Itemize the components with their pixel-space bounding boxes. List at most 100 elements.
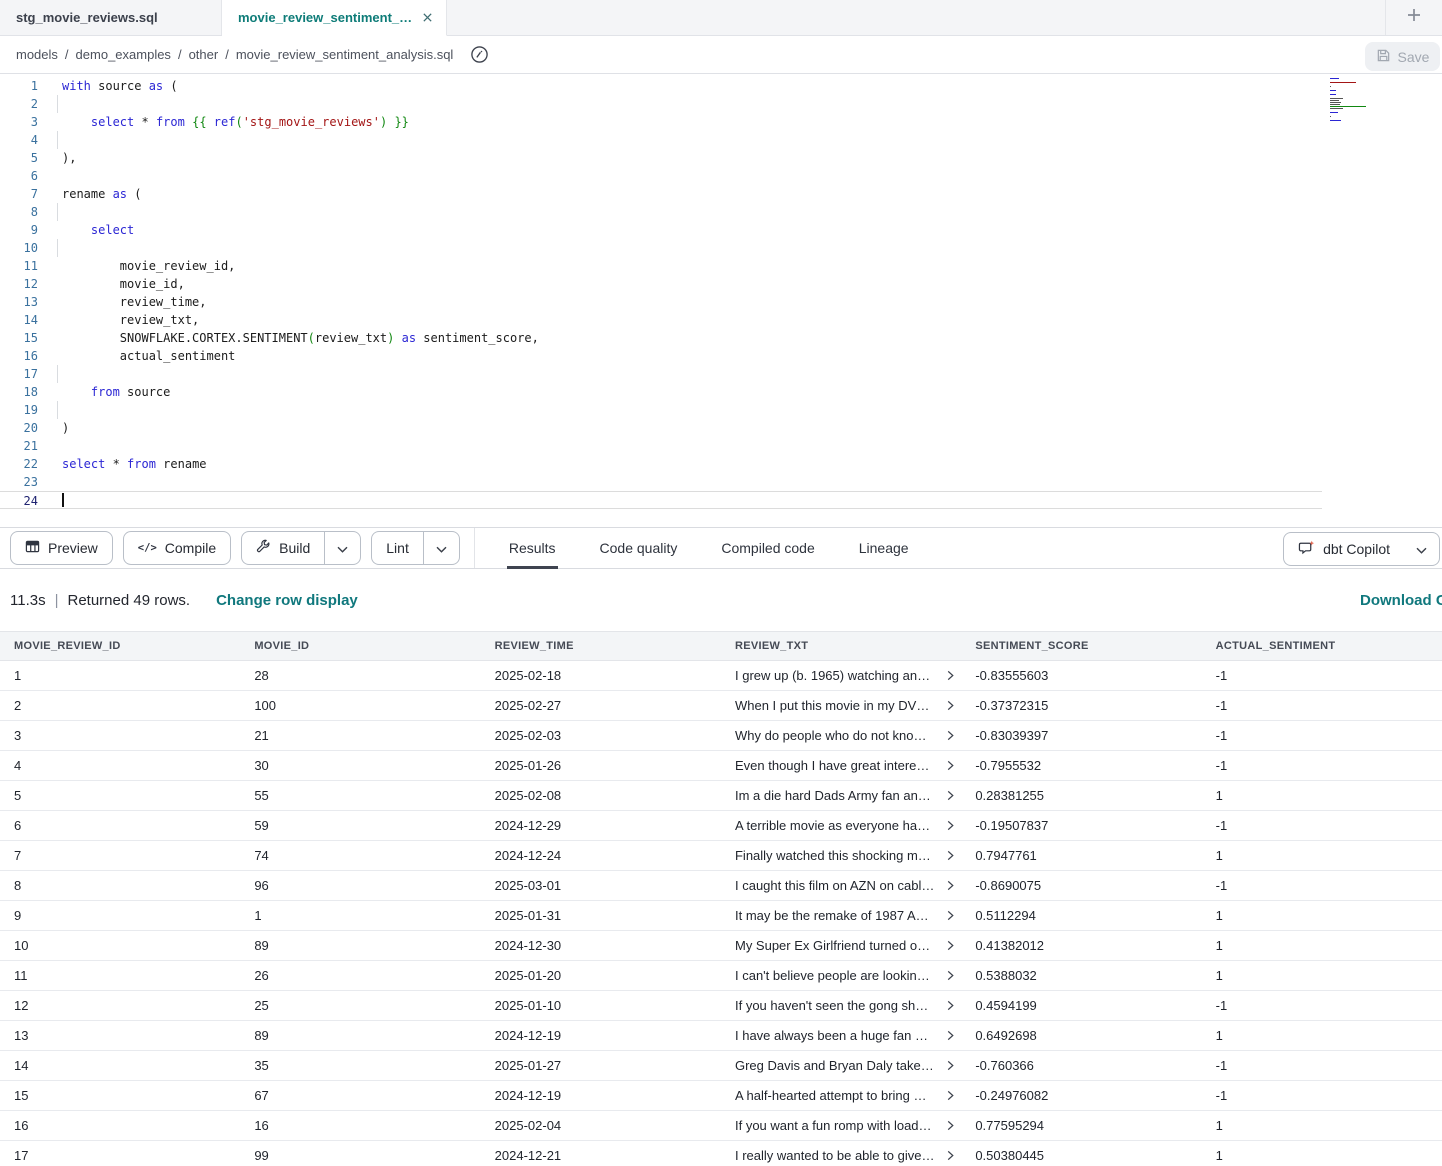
tab-movie-review-sentiment[interactable]: movie_review_sentiment_… bbox=[222, 0, 447, 36]
cell-value: 10 bbox=[14, 938, 28, 953]
cell-value: -1 bbox=[1216, 1058, 1228, 1073]
cell-value: 1 bbox=[1216, 968, 1223, 983]
cell-value: 14 bbox=[14, 1058, 28, 1073]
cell-value: -1 bbox=[1216, 698, 1228, 713]
tab-stg-movie-reviews[interactable]: stg_movie_reviews.sql bbox=[0, 0, 222, 35]
cell-movie-id: 100 bbox=[240, 698, 480, 713]
expand-row-icon[interactable] bbox=[945, 700, 956, 711]
preview-button[interactable]: Preview bbox=[10, 531, 113, 565]
expand-row-icon[interactable] bbox=[945, 820, 956, 831]
cell-actual-sentiment: 1 bbox=[1202, 1118, 1442, 1133]
copilot-dropdown-button[interactable] bbox=[1404, 532, 1440, 566]
lint-button[interactable]: Lint bbox=[371, 531, 423, 565]
new-tab-button[interactable] bbox=[1385, 0, 1442, 35]
results-table: MOVIE_REVIEW_IDMOVIE_IDREVIEW_TIMEREVIEW… bbox=[0, 631, 1442, 1166]
line-number: 17 bbox=[0, 365, 38, 383]
column-header: SENTIMENT_SCORE bbox=[961, 640, 1201, 652]
cell-movie-review-id: 1 bbox=[0, 668, 240, 683]
cell-value: 0.28381255 bbox=[975, 788, 1044, 803]
build-dropdown-button[interactable] bbox=[324, 531, 361, 565]
cell-movie-review-id: 14 bbox=[0, 1058, 240, 1073]
download-csv-link[interactable]: Download CSV bbox=[1360, 592, 1442, 609]
expand-row-icon[interactable] bbox=[945, 1030, 956, 1041]
cell-movie-review-id: 8 bbox=[0, 878, 240, 893]
compile-button[interactable]: </> Compile bbox=[123, 531, 231, 565]
tab-lineage[interactable]: Lineage bbox=[857, 528, 911, 568]
cell-value: 0.77595294 bbox=[975, 1118, 1044, 1133]
expand-row-icon[interactable] bbox=[945, 880, 956, 891]
expand-row-icon[interactable] bbox=[945, 910, 956, 921]
change-row-display-link[interactable]: Change row display bbox=[216, 592, 358, 609]
expand-row-icon[interactable] bbox=[945, 970, 956, 981]
query-elapsed-time: 11.3s bbox=[10, 592, 46, 609]
breadcrumb-segment[interactable]: demo_examples bbox=[76, 47, 171, 62]
cell-review-time: 2025-02-08 bbox=[481, 788, 721, 803]
tab-results[interactable]: Results bbox=[507, 528, 558, 568]
expand-row-icon[interactable] bbox=[945, 850, 956, 861]
cell-value: I have always been a huge fan of "Hom… bbox=[735, 1028, 935, 1043]
results-table-header: MOVIE_REVIEW_IDMOVIE_IDREVIEW_TIMEREVIEW… bbox=[0, 631, 1442, 661]
code-editor[interactable]: 1with source as (23 select * from {{ ref… bbox=[0, 74, 1442, 527]
cell-value: 28 bbox=[254, 668, 268, 683]
tab-code-quality[interactable]: Code quality bbox=[598, 528, 680, 568]
cell-review-time: 2025-02-04 bbox=[481, 1118, 721, 1133]
cell-movie-id: 74 bbox=[240, 848, 480, 863]
tab-compiled-code[interactable]: Compiled code bbox=[719, 528, 816, 568]
build-button[interactable]: Build bbox=[241, 531, 324, 565]
cell-sentiment-score: -0.19507837 bbox=[961, 818, 1201, 833]
code-line: 2 bbox=[0, 95, 1442, 113]
code-line: 12 movie_id, bbox=[0, 275, 1442, 293]
tab-label: Compiled code bbox=[721, 540, 814, 556]
breadcrumb-segment[interactable]: models bbox=[16, 47, 58, 62]
cell-value: I can't believe people are looking for a… bbox=[735, 968, 935, 983]
cell-movie-review-id: 10 bbox=[0, 938, 240, 953]
compass-circle-icon[interactable] bbox=[470, 45, 489, 64]
cell-value: -0.83555603 bbox=[975, 668, 1048, 683]
cell-value: A half-hearted attempt to bring Elvis P… bbox=[735, 1088, 935, 1103]
cell-review-time: 2025-02-18 bbox=[481, 668, 721, 683]
chat-sparkle-icon bbox=[1298, 540, 1315, 559]
line-number: 2 bbox=[0, 95, 38, 113]
expand-row-icon[interactable] bbox=[945, 1150, 956, 1161]
cell-value: Im a die hard Dads Army fan and nothi… bbox=[735, 788, 935, 803]
expand-row-icon[interactable] bbox=[945, 670, 956, 681]
save-button[interactable]: Save bbox=[1365, 42, 1440, 71]
breadcrumb: models / demo_examples / other / movie_r… bbox=[16, 45, 489, 64]
code-text: actual_sentiment bbox=[38, 347, 235, 365]
lint-dropdown-button[interactable] bbox=[423, 531, 460, 565]
cell-value: 2024-12-21 bbox=[495, 1148, 562, 1163]
cell-movie-review-id: 7 bbox=[0, 848, 240, 863]
line-number: 8 bbox=[0, 203, 38, 221]
code-line: 15 SNOWFLAKE.CORTEX.SENTIMENT(review_txt… bbox=[0, 329, 1442, 347]
expand-row-icon[interactable] bbox=[945, 1090, 956, 1101]
expand-row-icon[interactable] bbox=[945, 1060, 956, 1071]
wrench-icon bbox=[256, 539, 271, 557]
code-text: review_txt, bbox=[38, 311, 199, 329]
close-tab-icon[interactable] bbox=[422, 12, 433, 23]
expand-row-icon[interactable] bbox=[945, 1000, 956, 1011]
cell-review-txt: I really wanted to be able to give this … bbox=[721, 1148, 961, 1163]
results-tabs: Results Code quality Compiled code Linea… bbox=[507, 528, 911, 568]
cell-value: Greg Davis and Bryan Daly take some … bbox=[735, 1058, 935, 1073]
line-number: 20 bbox=[0, 419, 38, 437]
line-number: 14 bbox=[0, 311, 38, 329]
cell-review-txt: My Super Ex Girlfriend turned out to b… bbox=[721, 938, 961, 953]
breadcrumb-segment[interactable]: other bbox=[189, 47, 219, 62]
editor-minimap[interactable] bbox=[1330, 78, 1400, 126]
expand-row-icon[interactable] bbox=[945, 760, 956, 771]
cell-value: 74 bbox=[254, 848, 268, 863]
code-line: 19 bbox=[0, 401, 1442, 419]
expand-row-icon[interactable] bbox=[945, 790, 956, 801]
lint-split-button: Lint bbox=[371, 531, 460, 565]
results-table-body: 1282025-02-18I grew up (b. 1965) watchin… bbox=[0, 661, 1442, 1166]
expand-row-icon[interactable] bbox=[945, 730, 956, 741]
cell-value: My Super Ex Girlfriend turned out to b… bbox=[735, 938, 935, 953]
cell-value: If you haven't seen the gong show TV s… bbox=[735, 998, 935, 1013]
line-number: 21 bbox=[0, 437, 38, 455]
line-number: 9 bbox=[0, 221, 38, 239]
expand-row-icon[interactable] bbox=[945, 1120, 956, 1131]
expand-row-icon[interactable] bbox=[945, 940, 956, 951]
table-row: 10892024-12-30My Super Ex Girlfriend tur… bbox=[0, 931, 1442, 961]
dbt-copilot-button[interactable]: dbt Copilot bbox=[1283, 532, 1404, 566]
cell-value: 2 bbox=[14, 698, 21, 713]
